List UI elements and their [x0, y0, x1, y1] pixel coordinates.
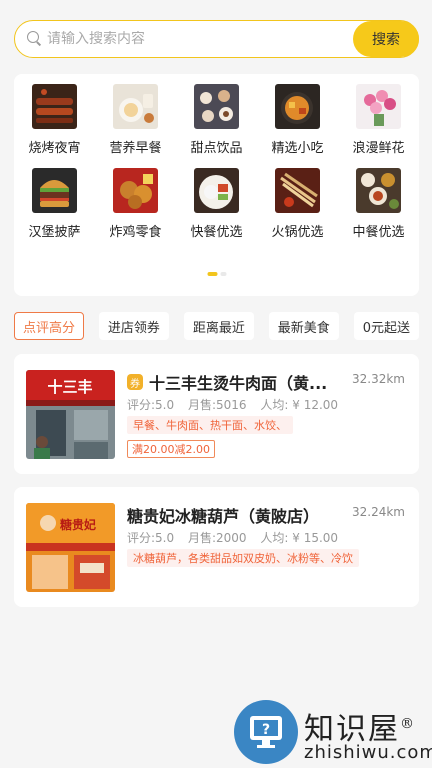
- filter-nearest[interactable]: 距离最近: [183, 312, 254, 340]
- shop-sign-text: 糖贵妃: [60, 517, 96, 532]
- shop-name: 十三丰生烫牛肉面（黄...: [149, 374, 328, 393]
- search-icon: [27, 31, 43, 47]
- chinese-food-icon: [356, 168, 401, 213]
- filter-tabs: 点评高分 进店领券 距离最近 最新美食 0元起送: [14, 312, 419, 340]
- search-bar: 搜索: [14, 20, 419, 58]
- shop-card[interactable]: 糖贵妃 糖贵妃冰糖葫芦（黄陂店） 32.24km 评分:5.0 月售:2000 …: [14, 487, 419, 607]
- shop-meta: 评分:5.0 月售:5016 人均: ¥ 12.00: [127, 396, 348, 413]
- category-item-fried-chicken[interactable]: 炸鸡零食: [95, 168, 176, 240]
- filter-top-rated[interactable]: 点评高分: [14, 312, 85, 340]
- category-item-bbq[interactable]: 烧烤夜宵: [14, 84, 95, 156]
- shop-avg-price: 人均: ¥ 15.00: [260, 531, 339, 545]
- shop-name: 糖贵妃冰糖葫芦（黄陂店）: [127, 507, 320, 526]
- category-item-snacks[interactable]: 精选小吃: [257, 84, 338, 156]
- category-label: 炸鸡零食: [109, 225, 162, 240]
- category-label: 精选小吃: [271, 141, 324, 156]
- category-label: 甜点饮品: [190, 141, 243, 156]
- shop-sign-text: 十三丰: [47, 378, 92, 396]
- carousel-indicator: [207, 272, 226, 276]
- shop-rating: 评分:5.0: [127, 531, 175, 545]
- shop-distance: 32.24km: [352, 505, 405, 519]
- shop-distance: 32.32km: [352, 372, 405, 386]
- dessert-icon: [194, 84, 239, 129]
- shop-card[interactable]: 十三丰 券 十三丰生烫牛肉面（黄... 32.32km 评分:5.0 月售:50…: [14, 354, 419, 474]
- burger-icon: [32, 168, 77, 213]
- shop-name-row: 糖贵妃冰糖葫芦（黄陂店）: [127, 503, 349, 527]
- category-item-breakfast[interactable]: 营养早餐: [95, 84, 176, 156]
- shop-tags: 早餐、牛肉面、热干面、水饺、: [127, 416, 293, 434]
- filter-newest[interactable]: 最新美食: [268, 312, 339, 340]
- svg-text:?: ?: [262, 722, 270, 738]
- category-label: 烧烤夜宵: [28, 141, 81, 156]
- fried-chicken-icon: [113, 168, 158, 213]
- shop-meta: 评分:5.0 月售:2000 人均: ¥ 15.00: [127, 529, 348, 546]
- category-item-chinese[interactable]: 中餐优选: [338, 168, 419, 240]
- watermark-logo: ? 知识屋® zhishiwu.com: [232, 700, 432, 768]
- bbq-icon: [32, 84, 77, 129]
- filter-free-delivery[interactable]: 0元起送: [353, 312, 419, 340]
- category-label: 汉堡披萨: [28, 225, 81, 240]
- category-label: 中餐优选: [352, 225, 405, 240]
- category-label: 营养早餐: [109, 141, 162, 156]
- hotpot-icon: [275, 168, 320, 213]
- category-label: 快餐优选: [190, 225, 243, 240]
- category-label: 浪漫鲜花: [352, 141, 405, 156]
- search-button[interactable]: 搜索: [353, 21, 419, 57]
- shop-image: 糖贵妃: [26, 503, 115, 592]
- shop-name-row: 券 十三丰生烫牛肉面（黄...: [127, 370, 349, 394]
- snack-icon: [275, 84, 320, 129]
- help-monitor-icon: ?: [234, 700, 298, 764]
- shop-tags: 冰糖葫芦，各类甜品如双皮奶、冰粉等、冷饮: [127, 549, 359, 567]
- breakfast-icon: [113, 84, 158, 129]
- fast-food-icon: [194, 168, 239, 213]
- shop-avg-price: 人均: ¥ 12.00: [260, 398, 339, 412]
- carousel-dot-active: [207, 272, 217, 276]
- carousel-dot: [220, 272, 226, 276]
- shop-sales: 月售:2000: [187, 531, 247, 545]
- category-grid: 烧烤夜宵 营养早餐 甜点饮品 精选小吃 浪漫鲜花 汉堡披萨 炸鸡零食 快餐优选 …: [14, 84, 419, 240]
- flower-icon: [356, 84, 401, 129]
- shop-image: 十三丰: [26, 370, 115, 459]
- category-card: 烧烤夜宵 营养早餐 甜点饮品 精选小吃 浪漫鲜花 汉堡披萨 炸鸡零食 快餐优选 …: [14, 74, 419, 296]
- category-item-desserts[interactable]: 甜点饮品: [176, 84, 257, 156]
- category-label: 火锅优选: [271, 225, 324, 240]
- filter-coupons[interactable]: 进店领券: [98, 312, 169, 340]
- shop-sales: 月售:5016: [187, 398, 247, 412]
- voucher-badge: 券: [127, 374, 143, 390]
- category-item-hotpot[interactable]: 火锅优选: [257, 168, 338, 240]
- shop-rating: 评分:5.0: [127, 398, 175, 412]
- promo-badge: 满20.00减2.00: [127, 440, 215, 458]
- category-item-fast-food[interactable]: 快餐优选: [176, 168, 257, 240]
- category-item-flowers[interactable]: 浪漫鲜花: [338, 84, 419, 156]
- category-item-burger-pizza[interactable]: 汉堡披萨: [14, 168, 95, 240]
- search-input[interactable]: [47, 31, 353, 47]
- watermark-en: zhishiwu.com: [304, 742, 432, 763]
